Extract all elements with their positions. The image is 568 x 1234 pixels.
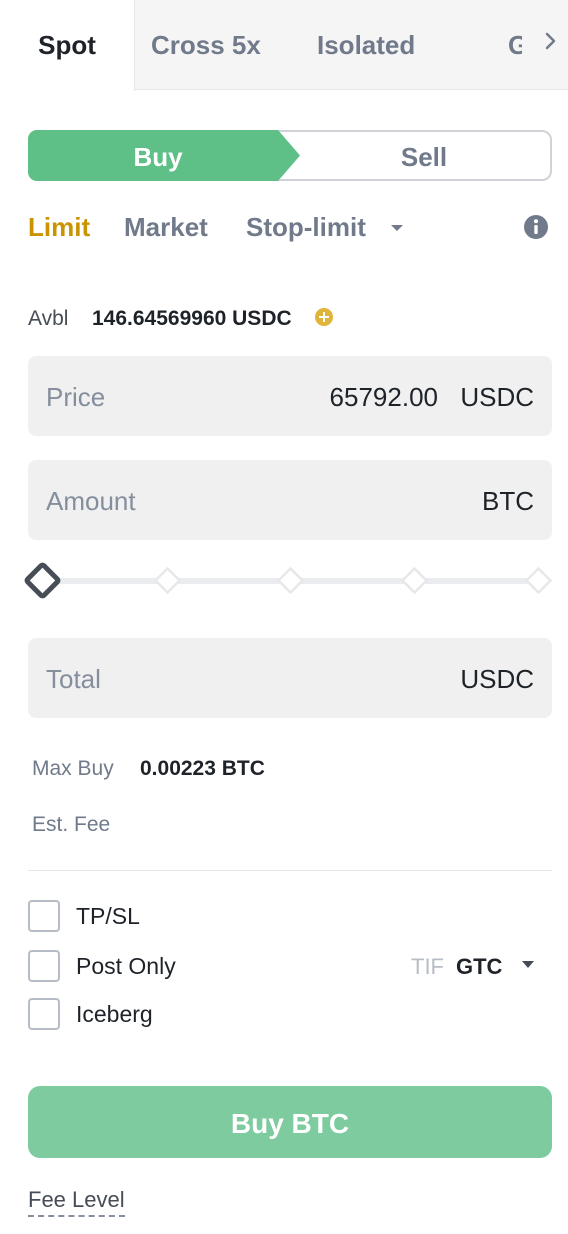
total-unit: USDC <box>460 664 534 694</box>
tif-select[interactable]: GTC <box>456 950 502 984</box>
post-only-checkbox[interactable] <box>28 950 60 982</box>
slider-handle[interactable] <box>24 562 61 599</box>
order-type-stop-limit[interactable]: Stop-limit <box>246 207 366 247</box>
buy-tab[interactable]: Buy <box>28 130 288 181</box>
divider <box>28 870 552 871</box>
order-type-limit[interactable]: Limit <box>28 207 90 247</box>
slider-step-100[interactable] <box>524 566 552 595</box>
price-unit: USDC <box>460 382 534 412</box>
order-type-market[interactable]: Market <box>124 207 208 247</box>
iceberg-label: Iceberg <box>76 1001 153 1027</box>
post-only-label: Post Only <box>76 953 176 979</box>
total-label: Total <box>46 664 101 694</box>
chevron-right-icon[interactable] <box>538 28 564 54</box>
total-field[interactable]: Total USDC <box>28 638 552 718</box>
tif-label: TIF <box>411 954 444 979</box>
fee-level-link[interactable]: Fee Level <box>28 1185 125 1217</box>
slider-step-50[interactable] <box>276 566 305 595</box>
price-input[interactable]: 65792.00 <box>330 356 438 436</box>
available-balance: 146.64569960 USDC <box>92 307 292 330</box>
price-field[interactable]: Price 65792.00 USDC <box>28 356 552 436</box>
iceberg-checkbox[interactable] <box>28 998 60 1030</box>
tpsl-checkbox[interactable] <box>28 900 60 932</box>
caret-down-icon[interactable] <box>390 223 404 233</box>
buy-sell-toggle: Buy Sell <box>28 130 552 181</box>
est-fee-label: Est. Fee <box>32 813 111 836</box>
amount-label: Amount <box>46 486 136 516</box>
margin-mode-tabs: Spot Cross 5x Isolated Grid <box>0 0 568 91</box>
max-buy-value: 0.00223 BTC <box>140 757 265 780</box>
tab-isolated[interactable]: Isolated <box>317 0 415 90</box>
slider-step-75[interactable] <box>400 566 429 595</box>
tab-cross[interactable]: Cross 5x <box>151 0 261 90</box>
max-buy-label: Max Buy <box>32 757 114 780</box>
add-funds-icon[interactable] <box>314 307 334 327</box>
amount-field[interactable]: Amount BTC <box>28 460 552 540</box>
tab-spot[interactable]: Spot <box>0 0 135 91</box>
buy-btc-button[interactable]: Buy BTC <box>28 1086 552 1158</box>
tab-grid[interactable]: Grid <box>508 0 522 90</box>
amount-slider[interactable] <box>22 560 552 602</box>
available-label: Avbl <box>28 307 69 330</box>
price-label: Price <box>46 382 106 412</box>
amount-unit: BTC <box>482 486 534 516</box>
sell-tab[interactable]: Sell <box>296 130 552 181</box>
caret-down-icon[interactable] <box>521 960 535 970</box>
slider-step-25[interactable] <box>153 566 182 595</box>
info-icon[interactable] <box>523 214 549 240</box>
tpsl-label: TP/SL <box>76 903 140 929</box>
